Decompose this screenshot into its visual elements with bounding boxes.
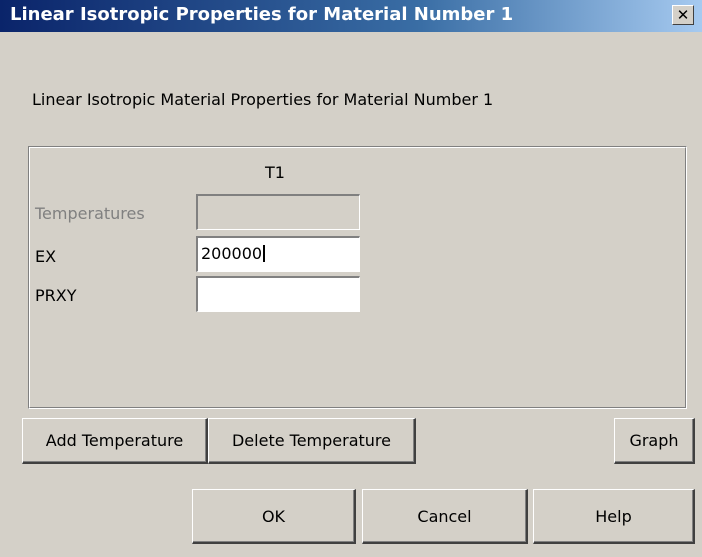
graph-button[interactable]: Graph	[614, 418, 695, 464]
window-title: Linear Isotropic Properties for Material…	[10, 4, 514, 25]
close-button[interactable]: ✕	[672, 5, 694, 25]
delete-temperature-button[interactable]: Delete Temperature	[208, 418, 416, 464]
ex-value: 200000	[201, 244, 263, 263]
column-header-t1: T1	[265, 163, 285, 182]
row-label-ex: EX	[35, 247, 57, 266]
cancel-button[interactable]: Cancel	[362, 489, 528, 544]
ok-button[interactable]: OK	[192, 489, 356, 544]
dialog-subtitle: Linear Isotropic Material Properties for…	[32, 90, 494, 109]
text-caret	[263, 245, 266, 262]
close-icon: ✕	[676, 5, 690, 24]
help-button[interactable]: Help	[533, 489, 695, 544]
add-temperature-button[interactable]: Add Temperature	[22, 418, 208, 464]
temperatures-field	[196, 194, 360, 230]
ex-field[interactable]: 200000	[196, 236, 360, 272]
row-label-prxy: PRXY	[35, 286, 77, 305]
title-bar: Linear Isotropic Properties for Material…	[0, 0, 702, 32]
prxy-field[interactable]	[196, 276, 360, 312]
row-label-temperatures: Temperatures	[35, 204, 145, 223]
